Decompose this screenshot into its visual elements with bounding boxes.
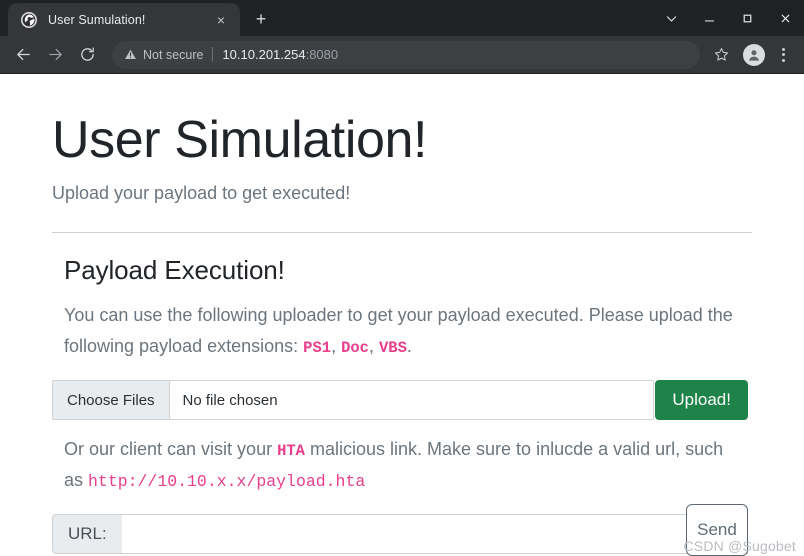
security-indicator[interactable]: Not secure: [124, 48, 203, 62]
extension-vbs: VBS: [379, 339, 407, 358]
send-button[interactable]: Send: [686, 504, 748, 556]
choose-files-button[interactable]: Choose Files: [53, 381, 170, 420]
toolbar-actions: [706, 40, 796, 70]
forward-icon[interactable]: [40, 40, 70, 70]
address-text: 10.10.201.254:8080: [222, 47, 338, 62]
file-upload-form: Choose Files No file chosen Upload!: [52, 380, 748, 421]
minimize-icon[interactable]: [690, 3, 728, 33]
security-label: Not secure: [143, 47, 204, 62]
reload-icon[interactable]: [72, 40, 102, 70]
jumbotron: User Simulation! Upload your payload to …: [0, 74, 804, 204]
paragraph-suffix: .: [406, 336, 412, 357]
window-close-icon[interactable]: [766, 3, 804, 33]
star-icon[interactable]: [706, 40, 736, 70]
url-form: URL: Send: [52, 504, 748, 556]
maximize-icon[interactable]: [728, 3, 766, 33]
globe-icon: [21, 11, 37, 28]
hta-example-url: http://10.10.x.x/payload.hta: [88, 472, 366, 492]
window-controls: [652, 0, 804, 36]
person-avatar-icon[interactable]: [743, 43, 765, 66]
browser-window: User Sumulation! × + Not secure 10.10.20…: [0, 0, 804, 556]
hta-paragraph: Or our client can visit your HTA malicio…: [64, 434, 744, 496]
file-input-group[interactable]: Choose Files No file chosen: [52, 380, 655, 421]
url-input[interactable]: [121, 514, 748, 555]
extension-doc: Doc: [341, 339, 369, 358]
file-status-text: No file chosen: [182, 391, 278, 409]
address-port: :8080: [305, 47, 339, 62]
tab-strip: User Sumulation! × +: [0, 0, 804, 36]
page-viewport: User Simulation! Upload your payload to …: [0, 74, 804, 556]
browser-tab[interactable]: User Sumulation! ×: [8, 3, 240, 36]
section-heading: Payload Execution!: [64, 255, 285, 286]
comma-1: ,: [331, 336, 342, 357]
page-lead: Upload your payload to get executed!: [52, 183, 351, 204]
upload-button[interactable]: Upload!: [655, 380, 748, 421]
browser-toolbar: Not secure 10.10.201.254:8080: [0, 36, 804, 74]
payload-execution-section: Payload Execution! You can use the follo…: [0, 233, 804, 556]
menu-dot: [781, 58, 785, 62]
tab-title: User Sumulation!: [48, 12, 146, 27]
comma-2: ,: [368, 336, 379, 357]
menu-dot: [781, 47, 785, 51]
chevron-down-icon[interactable]: [652, 3, 690, 33]
section-paragraph: You can use the following uploader to ge…: [64, 300, 744, 362]
page-title: User Simulation!: [52, 111, 428, 169]
menu-dot: [781, 53, 785, 56]
back-icon[interactable]: [8, 40, 38, 70]
warning-triangle-icon: [124, 48, 137, 61]
hta-code: HTA: [277, 442, 305, 461]
omnibox-divider: [212, 47, 214, 62]
new-tab-button[interactable]: +: [246, 4, 276, 34]
close-icon[interactable]: ×: [212, 11, 230, 29]
extension-ps1: PS1: [303, 339, 332, 358]
hta-prefix: Or our client can visit your: [64, 439, 278, 460]
url-input-label: URL:: [52, 514, 122, 555]
address-bar[interactable]: Not secure 10.10.201.254:8080: [112, 40, 700, 69]
address-host: 10.10.201.254: [222, 47, 306, 62]
three-dot-menu-icon[interactable]: [770, 41, 796, 69]
